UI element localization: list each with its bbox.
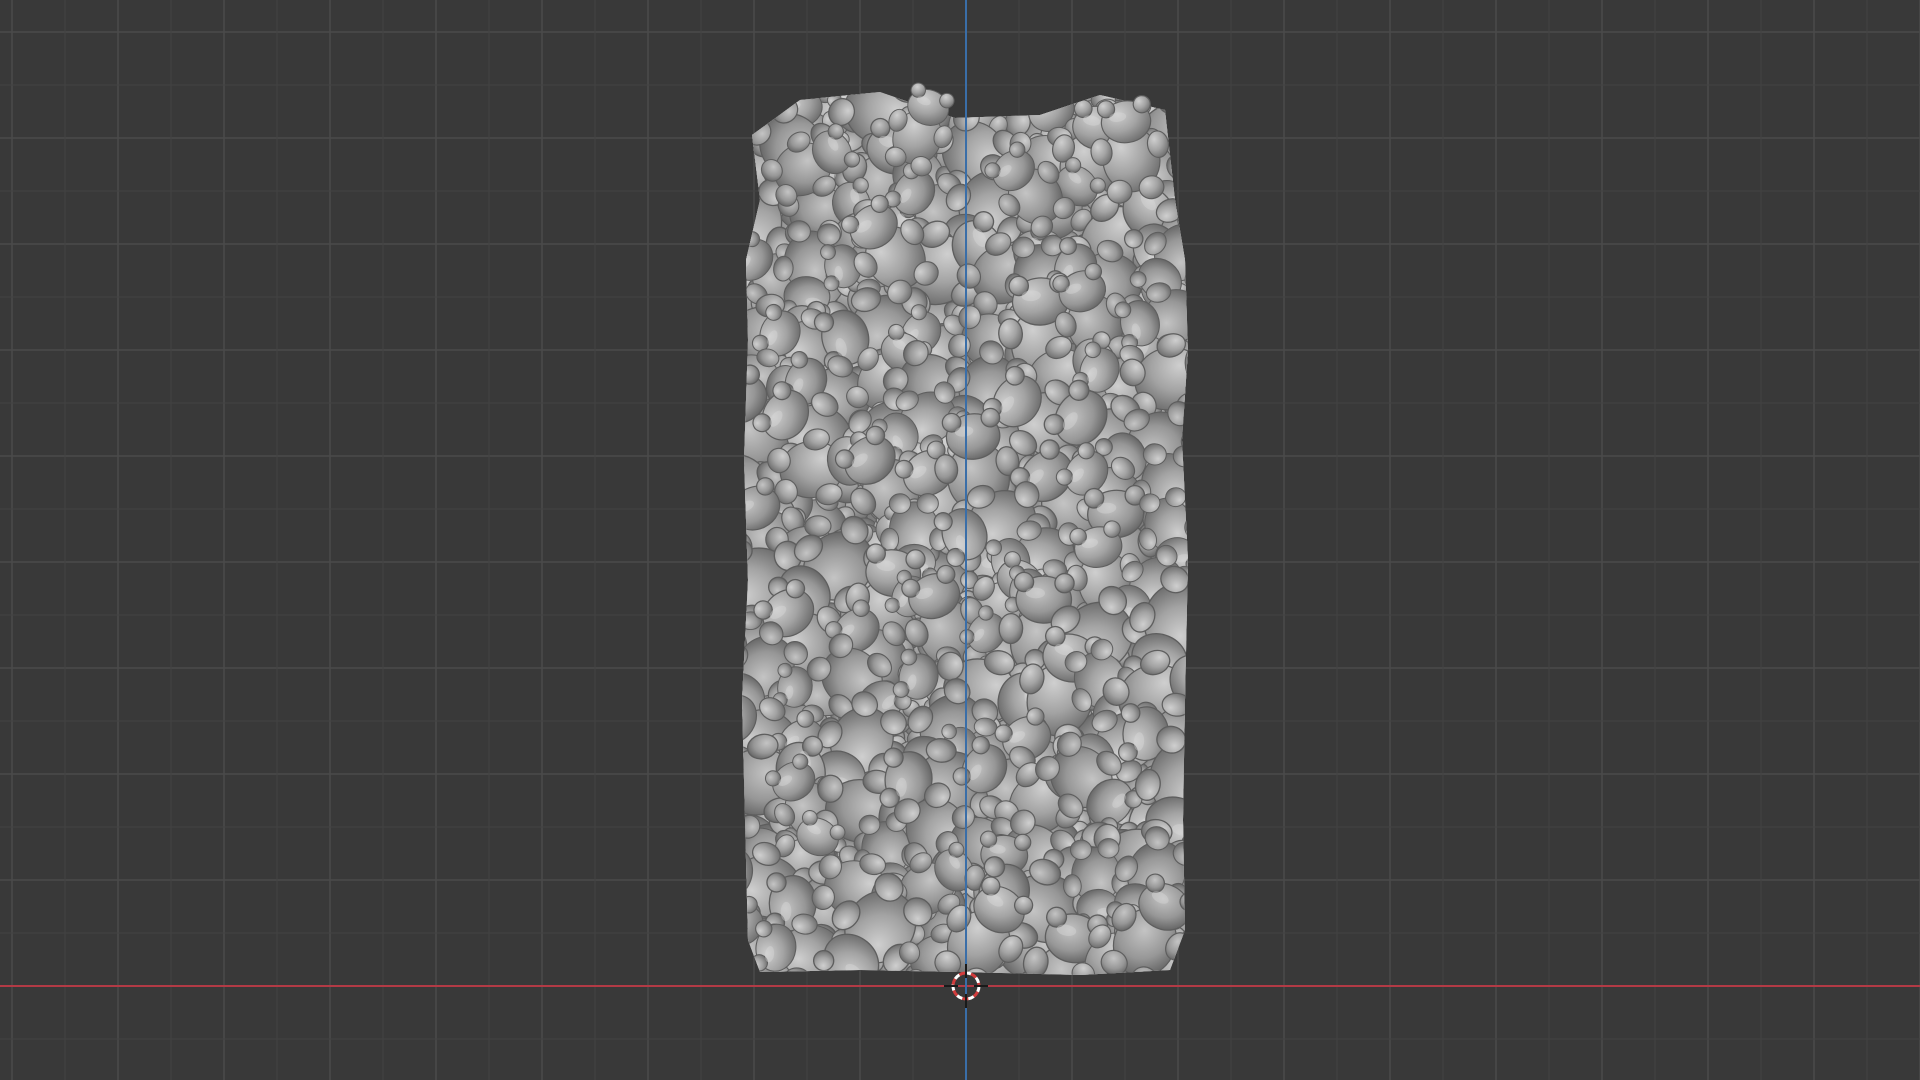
3d-viewport[interactable] <box>0 0 1920 1080</box>
3d-cursor-icon[interactable] <box>0 0 1920 1080</box>
